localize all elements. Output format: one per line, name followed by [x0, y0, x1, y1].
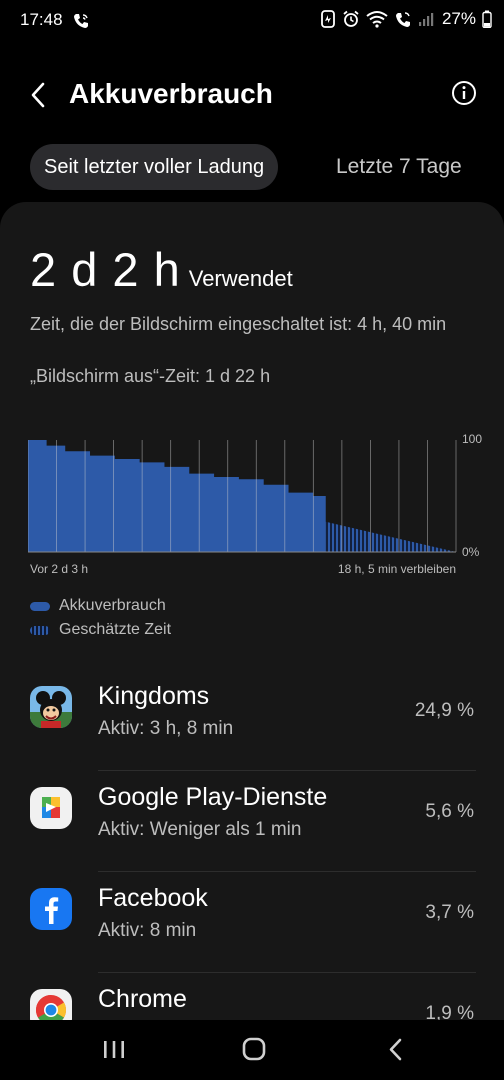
app-percent: 3,7 %: [425, 902, 474, 923]
tab-last-7-days[interactable]: Letzte 7 Tage: [336, 144, 462, 190]
wifi-call-status-icon: [394, 10, 412, 28]
signal-icon: [418, 11, 434, 27]
app-name: Chrome: [98, 985, 187, 1013]
legend-item-estimate: Geschätzte Zeit: [30, 618, 171, 642]
app-row-facebook[interactable]: Facebook Aktiv: 8 min 3,7 %: [0, 872, 504, 973]
app-percent: 24,9 %: [414, 700, 474, 721]
chart-x-start-label: Vor 2 d 3 h: [30, 562, 89, 576]
back-icon[interactable]: [376, 1034, 416, 1066]
battery-saver-icon: [320, 10, 336, 28]
usage-summary: 2 d 2 h Verwendet: [30, 242, 293, 297]
status-time: 17:48: [20, 10, 63, 29]
screen-off-time: „Bildschirm aus“-Zeit: 1 d 22 h: [30, 366, 271, 386]
usage-area: [28, 440, 326, 552]
wifi-call-icon: [72, 12, 90, 35]
info-icon[interactable]: [451, 80, 477, 106]
legend-swatch-striped: [30, 625, 50, 635]
app-name: Facebook: [98, 884, 208, 912]
app-row-google-play-services[interactable]: Google Play-Dienste Aktiv: Weniger als 1…: [0, 771, 504, 872]
app-name: Kingdoms: [98, 682, 210, 710]
app-active-time: Aktiv: 8 min: [98, 920, 197, 941]
status-bar: 17:48 27%: [0, 0, 504, 44]
battery-chart-svg: [28, 440, 457, 553]
estimate-area: [325, 521, 456, 552]
battery-usage-card: 2 d 2 h Verwendet Zeit, die der Bildschi…: [0, 202, 504, 1032]
back-chevron-icon[interactable]: [24, 78, 54, 112]
app-percent: 5,6 %: [425, 801, 474, 822]
app-row-kingdoms[interactable]: Kingdoms Aktiv: 3 h, 8 min 24,9 %: [0, 670, 504, 771]
screen-on-time: Zeit, die der Bildschirm eingeschaltet i…: [30, 314, 447, 334]
page-title: Akkuverbrauch: [69, 78, 273, 109]
chart-y-max-label: 100: [462, 432, 483, 446]
battery-percent: 27%: [441, 9, 476, 28]
usage-label: Verwendet: [188, 266, 293, 291]
app-active-time: Aktiv: 3 h, 8 min: [98, 718, 234, 739]
chart-y-min-label: 0%: [462, 545, 480, 559]
battery-icon: [482, 10, 492, 28]
tab-since-full-charge[interactable]: Seit letzter voller Ladung: [30, 144, 279, 190]
app-usage-list: Kingdoms Aktiv: 3 h, 8 min 24,9 % Google…: [0, 670, 504, 1032]
alarm-icon: [342, 10, 360, 28]
legend-swatch-solid: [30, 601, 50, 611]
navigation-bar: [0, 1020, 504, 1080]
home-icon[interactable]: [234, 1034, 274, 1066]
chart-x-end-label: 18 h, 5 min verbleiben: [337, 562, 456, 576]
period-tabs: Seit letzter voller Ladung Letzte 7 Tage: [0, 144, 504, 192]
google-play-services-icon: [30, 787, 72, 829]
legend-item-usage: Akkuverbrauch: [30, 594, 171, 618]
wifi-icon: [366, 10, 388, 28]
app-active-time: Aktiv: Weniger als 1 min: [98, 819, 302, 840]
usage-time: 2 d 2 h: [30, 243, 181, 296]
chart-legend: Akkuverbrauch Geschätzte Zeit: [30, 594, 171, 642]
app-name: Google Play-Dienste: [98, 783, 328, 811]
app-header: Akkuverbrauch: [0, 60, 504, 130]
kingdoms-app-icon: [30, 686, 72, 728]
battery-chart: 100 0% Vor 2 d 3 h 18 h, 5 min verbleibe…: [28, 432, 498, 582]
legend-label: Geschätzte Zeit: [59, 621, 172, 638]
legend-label: Akkuverbrauch: [59, 597, 166, 614]
recents-icon[interactable]: [94, 1034, 134, 1066]
facebook-icon: [30, 888, 72, 930]
